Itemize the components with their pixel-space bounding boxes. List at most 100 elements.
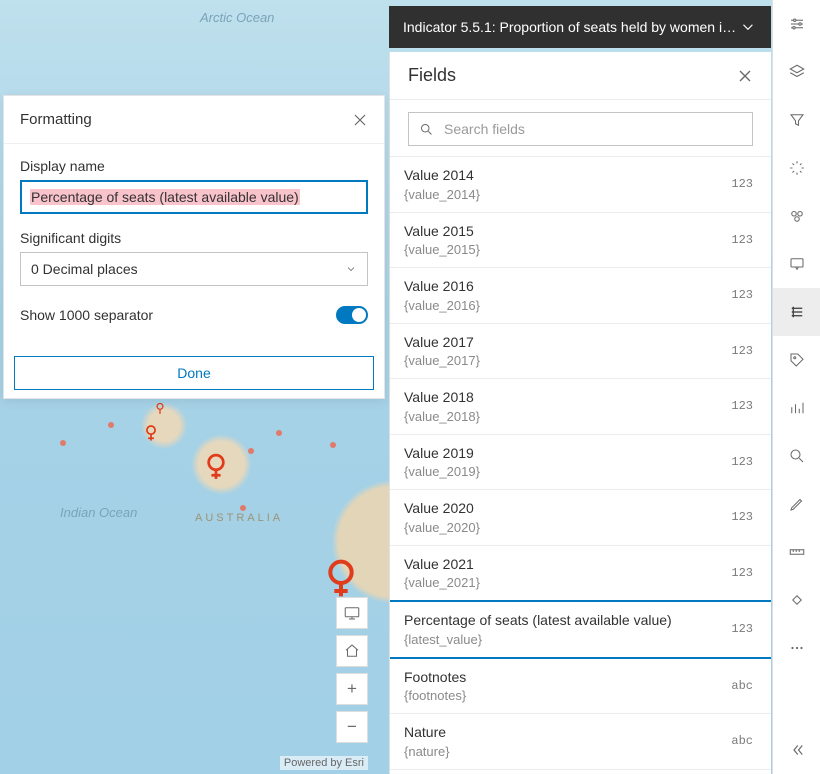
field-code: {value_2016} — [404, 298, 723, 313]
field-type-badge: abc — [731, 679, 753, 693]
field-name: Value 2016 — [404, 278, 723, 296]
filter-icon[interactable] — [773, 96, 820, 144]
separator-label: Show 1000 separator — [20, 307, 336, 323]
field-code: {value_2015} — [404, 242, 723, 257]
field-row[interactable]: Value 2020 {value_2020} 123 — [390, 490, 771, 546]
fields-list[interactable]: Value 2014{value_2014}123Value 2015{valu… — [390, 156, 771, 774]
field-type-badge: 123 — [731, 288, 753, 302]
field-code: {value_2018} — [404, 409, 723, 424]
display-name-input[interactable]: Percentage of seats (latest available va… — [20, 180, 368, 214]
map-marker-icon — [205, 453, 227, 481]
map-marker-icon — [144, 424, 158, 442]
chart-icon[interactable] — [773, 384, 820, 432]
close-icon[interactable] — [737, 68, 753, 84]
field-type-badge: 123 — [731, 344, 753, 358]
sig-digits-select[interactable]: 0 Decimal places — [20, 252, 368, 286]
field-row[interactable]: Value 2018 {value_2018} 123 — [390, 379, 771, 435]
layer-dropdown[interactable]: Indicator 5.5.1: Proportion of seats hel… — [389, 6, 771, 48]
map-label-australia: AUSTRALIA — [195, 512, 283, 524]
field-row[interactable]: ObjectId{ObjectId} — [390, 770, 771, 774]
diamond-icon[interactable] — [773, 576, 820, 624]
field-code: {value_2021} — [404, 575, 723, 590]
dialog-title: Formatting — [20, 111, 352, 128]
field-row[interactable]: Nature {nature} abc — [390, 714, 771, 770]
popup-icon[interactable] — [773, 240, 820, 288]
search-input[interactable] — [408, 112, 753, 146]
settings-sliders-icon[interactable] — [773, 0, 820, 48]
field-row[interactable]: Percentage of seats (latest available va… — [390, 600, 771, 659]
formatting-dialog: Formatting Display name Percentage of se… — [3, 95, 385, 399]
search-input-field[interactable] — [444, 121, 742, 137]
field-type-badge: 123 — [731, 455, 753, 469]
map-controls — [336, 597, 368, 743]
field-row[interactable]: Value 2017{value_2017} 123 — [390, 324, 771, 380]
map-label-arctic: Arctic Ocean — [200, 10, 274, 25]
sig-digits-value: 0 Decimal places — [31, 261, 345, 277]
field-code: {value_2014} — [404, 187, 723, 202]
field-name: Value 2014 — [404, 167, 723, 185]
field-name: Value 2020 — [404, 500, 723, 518]
measure-icon[interactable] — [773, 528, 820, 576]
map-marker-icon — [325, 559, 357, 599]
done-button[interactable]: Done — [14, 356, 374, 390]
field-name: Nature — [404, 724, 723, 742]
close-icon[interactable] — [352, 112, 368, 128]
zoom-out-button[interactable] — [336, 711, 368, 743]
map-point-icon — [60, 440, 66, 446]
chevron-down-icon — [345, 263, 357, 275]
sig-digits-label: Significant digits — [20, 230, 368, 246]
zoom-in-button[interactable] — [336, 673, 368, 705]
display-name-value: Percentage of seats (latest available va… — [30, 189, 300, 205]
field-type-badge: 123 — [731, 566, 753, 580]
map-point-icon — [248, 448, 254, 454]
display-mode-button[interactable] — [336, 597, 368, 629]
field-row[interactable]: Value 2014 {value_2014} 123 — [390, 157, 771, 213]
collapse-rail-icon[interactable] — [773, 726, 820, 774]
home-button[interactable] — [336, 635, 368, 667]
field-name: Value 2019 — [404, 445, 723, 463]
map-point-icon — [276, 430, 282, 436]
display-name-label: Display name — [20, 158, 368, 174]
field-name: Footnotes — [404, 669, 723, 687]
map-point-icon — [108, 422, 114, 428]
field-name: Value 2018 — [404, 389, 723, 407]
map-point-icon — [240, 505, 246, 511]
cluster-icon[interactable] — [773, 192, 820, 240]
field-row[interactable]: Value 2015{value_2015} 123 — [390, 213, 771, 269]
field-code: {value_2019} — [404, 464, 723, 479]
field-name: Value 2015 — [404, 223, 723, 241]
search-icon — [419, 122, 434, 137]
field-code: {footnotes} — [404, 688, 723, 703]
field-row[interactable]: Footnotes{footnotes} abc — [390, 659, 771, 715]
field-name: Value 2017 — [404, 334, 723, 352]
label-icon[interactable] — [773, 336, 820, 384]
field-type-badge: 123 — [731, 622, 753, 636]
map-point-icon — [330, 442, 336, 448]
field-row[interactable]: Value 2021{value_2021} 123 — [390, 546, 771, 602]
layers-icon[interactable] — [773, 48, 820, 96]
field-code: {latest_value} — [404, 632, 723, 647]
fields-icon[interactable] — [773, 288, 820, 336]
more-icon[interactable] — [773, 624, 820, 672]
field-type-badge: 123 — [731, 177, 753, 191]
separator-toggle[interactable] — [336, 306, 368, 324]
field-type-badge: 123 — [731, 510, 753, 524]
edit-icon[interactable] — [773, 480, 820, 528]
field-code: {value_2020} — [404, 520, 723, 535]
field-type-badge: 123 — [731, 233, 753, 247]
search-tool-icon[interactable] — [773, 432, 820, 480]
chevron-down-icon — [739, 18, 757, 36]
field-name: Value 2021 — [404, 556, 723, 574]
field-row[interactable]: Value 2016 {value_2016} 123 — [390, 268, 771, 324]
field-code: {nature} — [404, 744, 723, 759]
fields-panel: Fields Value 2014{value_2014}123Value 20… — [389, 52, 771, 774]
field-name: Percentage of seats (latest available va… — [404, 612, 723, 630]
map-attribution: Powered by Esri — [280, 756, 368, 770]
tool-rail — [772, 0, 820, 774]
field-code: {value_2017} — [404, 353, 723, 368]
field-row[interactable]: Value 2019{value_2019} 123 — [390, 435, 771, 491]
field-type-badge: abc — [731, 734, 753, 748]
layer-dropdown-label: Indicator 5.5.1: Proportion of seats hel… — [403, 19, 739, 35]
effects-icon[interactable] — [773, 144, 820, 192]
field-type-badge: 123 — [731, 399, 753, 413]
